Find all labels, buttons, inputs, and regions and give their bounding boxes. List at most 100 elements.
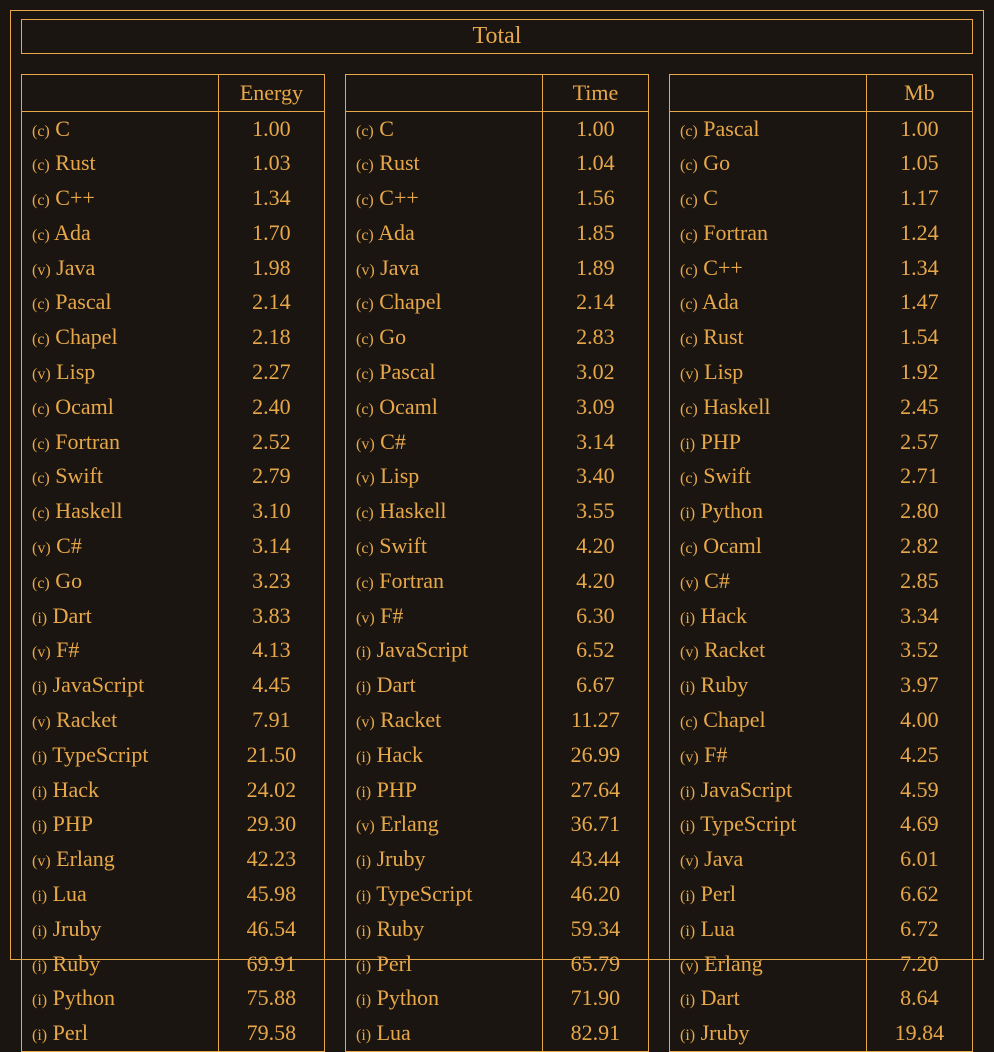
lang-cell: (c) Fortran bbox=[346, 564, 542, 599]
lang-cell: (c) Pascal bbox=[22, 285, 218, 320]
value-cell: 1.56 bbox=[542, 181, 648, 216]
lang-prefix: (i) bbox=[680, 505, 695, 522]
table-row: (c) Haskell2.45 bbox=[670, 390, 972, 425]
lang-cell: (i) Hack bbox=[22, 773, 218, 808]
lang-prefix: (i) bbox=[680, 436, 695, 453]
lang-prefix: (v) bbox=[32, 540, 51, 557]
lang-name: Java bbox=[51, 255, 96, 280]
table-row: (v) Racket11.27 bbox=[346, 703, 648, 738]
lang-prefix: (c) bbox=[356, 123, 374, 140]
table-row: (c) C1.00 bbox=[346, 111, 648, 146]
lang-prefix: (i) bbox=[680, 610, 695, 627]
table-row: (v) F#6.30 bbox=[346, 599, 648, 634]
value-cell: 1.70 bbox=[218, 216, 324, 251]
lang-prefix: (c) bbox=[32, 296, 50, 313]
table-header-row: Time bbox=[346, 75, 648, 111]
lang-prefix: (i) bbox=[32, 958, 47, 975]
lang-prefix: (v) bbox=[680, 644, 699, 661]
lang-cell: (c) Chapel bbox=[346, 285, 542, 320]
lang-name: Rust bbox=[698, 324, 744, 349]
table-row: (c) Ada1.47 bbox=[670, 285, 972, 320]
lang-name: Racket bbox=[699, 637, 766, 662]
lang-name: PHP bbox=[695, 429, 741, 454]
lang-prefix: (c) bbox=[680, 123, 698, 140]
value-cell: 19.84 bbox=[866, 1016, 972, 1051]
lang-cell: (v) F# bbox=[22, 633, 218, 668]
lang-cell: (i) Lua bbox=[22, 877, 218, 912]
table-row: (c) Pascal3.02 bbox=[346, 355, 648, 390]
lang-cell: (c) Haskell bbox=[22, 494, 218, 529]
value-cell: 2.14 bbox=[542, 285, 648, 320]
table-row: (c) C++1.56 bbox=[346, 181, 648, 216]
lang-name: Erlang bbox=[699, 951, 763, 976]
lang-cell: (v) C# bbox=[346, 425, 542, 460]
lang-prefix: (v) bbox=[32, 644, 51, 661]
table-row: (v) Lisp3.40 bbox=[346, 459, 648, 494]
value-cell: 6.01 bbox=[866, 842, 972, 877]
time-table: Time (c) C1.00(c) Rust1.04(c) C++1.56(c)… bbox=[346, 75, 648, 1051]
lang-cell: (v) Racket bbox=[22, 703, 218, 738]
value-cell: 3.09 bbox=[542, 390, 648, 425]
value-cell: 3.10 bbox=[218, 494, 324, 529]
lang-prefix: (i) bbox=[356, 992, 371, 1009]
lang-name: Fortran bbox=[50, 429, 120, 454]
lang-prefix: (c) bbox=[680, 470, 698, 487]
value-cell: 24.02 bbox=[218, 773, 324, 808]
value-cell: 1.00 bbox=[866, 111, 972, 146]
lang-prefix: (i) bbox=[680, 888, 695, 905]
lang-prefix: (v) bbox=[680, 366, 699, 383]
value-cell: 2.57 bbox=[866, 425, 972, 460]
table-row: (v) Racket7.91 bbox=[22, 703, 324, 738]
value-cell: 6.62 bbox=[866, 877, 972, 912]
value-cell: 1.34 bbox=[218, 181, 324, 216]
lang-cell: (c) C++ bbox=[22, 181, 218, 216]
value-cell: 2.27 bbox=[218, 355, 324, 390]
lang-prefix: (c) bbox=[680, 157, 698, 174]
lang-name: Ocaml bbox=[50, 394, 114, 419]
value-cell: 1.92 bbox=[866, 355, 972, 390]
table-row: (c) Ada1.85 bbox=[346, 216, 648, 251]
lang-prefix: (c) bbox=[680, 401, 698, 418]
value-cell: 4.45 bbox=[218, 668, 324, 703]
value-cell: 2.71 bbox=[866, 459, 972, 494]
lang-name: Java bbox=[375, 255, 420, 280]
lang-cell: (i) TypeScript bbox=[346, 877, 542, 912]
lang-name: Ruby bbox=[47, 951, 100, 976]
lang-name: Lua bbox=[371, 1020, 411, 1045]
lang-name: C# bbox=[375, 429, 406, 454]
table-row: (i) Ruby59.34 bbox=[346, 912, 648, 947]
table-row: (c) Go3.23 bbox=[22, 564, 324, 599]
table-row: (i) Hack26.99 bbox=[346, 738, 648, 773]
lang-cell: (c) Pascal bbox=[346, 355, 542, 390]
table-row: (c) Chapel2.18 bbox=[22, 320, 324, 355]
table-row: (c) C1.17 bbox=[670, 181, 972, 216]
lang-name: PHP bbox=[371, 777, 417, 802]
lang-prefix: (i) bbox=[356, 958, 371, 975]
lang-cell: (i) Dart bbox=[346, 668, 542, 703]
value-cell: 1.24 bbox=[866, 216, 972, 251]
lang-cell: (c) C++ bbox=[346, 181, 542, 216]
table-row: (i) TypeScript21.50 bbox=[22, 738, 324, 773]
table-row: (i) Dart3.83 bbox=[22, 599, 324, 634]
lang-cell: (i) JavaScript bbox=[670, 773, 866, 808]
value-cell: 26.99 bbox=[542, 738, 648, 773]
table-row: (i) Perl79.58 bbox=[22, 1016, 324, 1051]
lang-name: Swift bbox=[50, 463, 103, 488]
table-row: (i) Jruby43.44 bbox=[346, 842, 648, 877]
lang-prefix: (i) bbox=[356, 644, 371, 661]
lang-prefix: (i) bbox=[356, 853, 371, 870]
lang-name: Jruby bbox=[695, 1020, 749, 1045]
lang-prefix: (c) bbox=[680, 714, 698, 731]
value-cell: 46.54 bbox=[218, 912, 324, 947]
value-cell: 4.25 bbox=[866, 738, 972, 773]
page-title: Total bbox=[21, 19, 973, 54]
table-row: (c) Swift2.79 bbox=[22, 459, 324, 494]
lang-cell: (i) Ruby bbox=[346, 912, 542, 947]
lang-name: Erlang bbox=[51, 846, 115, 871]
lang-prefix: (c) bbox=[32, 331, 50, 348]
lang-name: Pascal bbox=[374, 359, 436, 384]
lang-cell: (i) Perl bbox=[346, 947, 542, 982]
lang-prefix: (i) bbox=[356, 1027, 371, 1044]
lang-header bbox=[346, 75, 542, 111]
lang-name: JavaScript bbox=[695, 777, 792, 802]
